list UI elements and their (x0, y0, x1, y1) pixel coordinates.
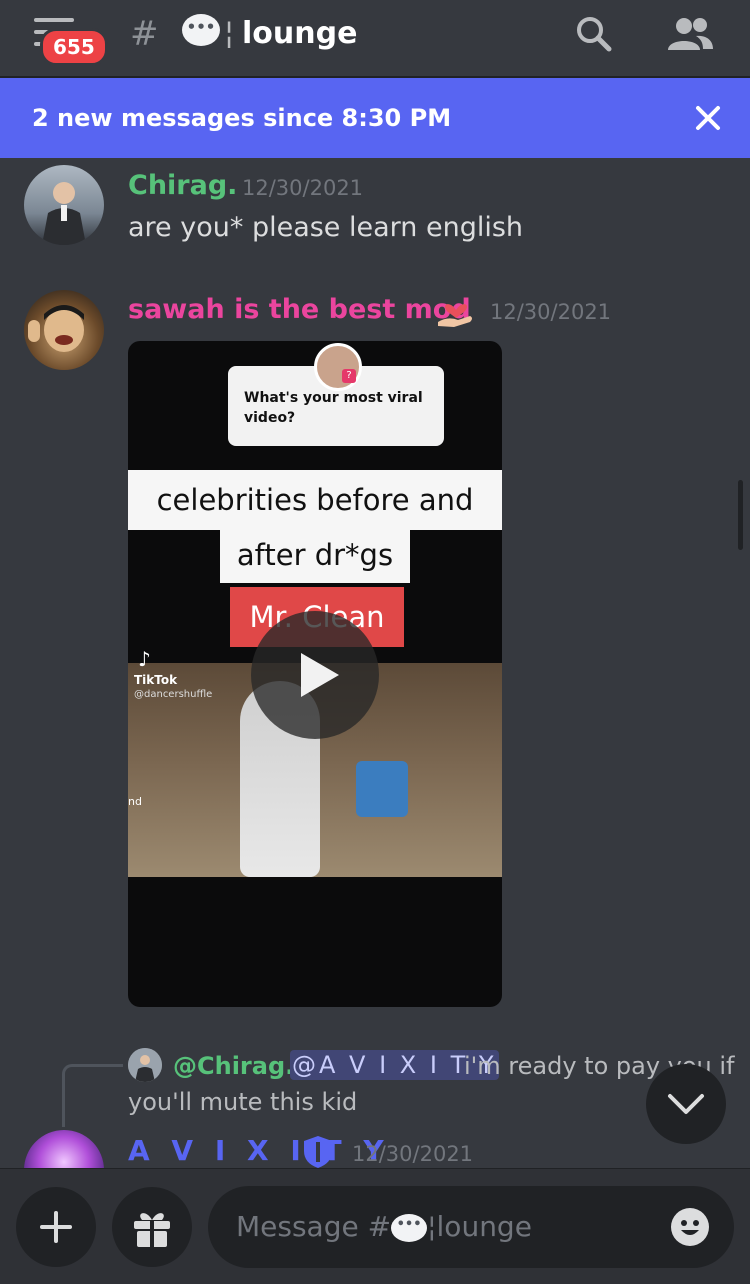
channel-header: 655 # ••• ¦ lounge (0, 0, 750, 78)
caption-line-2: after dr*gs (220, 527, 410, 583)
close-icon[interactable] (694, 104, 722, 136)
play-button[interactable] (251, 611, 379, 739)
reply-author[interactable]: @Chirag. (173, 1052, 294, 1080)
channel-separator: ¦ (224, 16, 235, 51)
add-attachment-button[interactable] (16, 1187, 96, 1267)
notification-badge: 655 (40, 28, 108, 66)
message-input[interactable]: Message # ••• ¦lounge (208, 1186, 734, 1268)
tiktok-watermark: TikTok (134, 673, 178, 687)
author-name[interactable]: sawah is the best mod (128, 294, 471, 325)
gift-icon (134, 1213, 170, 1247)
placeholder-prefix: Message # (236, 1210, 392, 1243)
video-attachment[interactable]: What's your most viral video? ? celebrit… (128, 341, 502, 1007)
shield-icon (300, 1134, 336, 1170)
reply-text-continued[interactable]: you'll mute this kid (128, 1088, 357, 1116)
reply-connector (62, 1064, 123, 1127)
timestamp: 12/30/2021 (352, 1142, 474, 1166)
placeholder-separator: ¦ (427, 1210, 437, 1243)
timestamp: 12/30/2021 (242, 176, 364, 200)
play-icon (301, 653, 339, 697)
message-composer: Message # ••• ¦lounge (0, 1168, 750, 1284)
new-messages-text: 2 new messages since 8:30 PM (32, 104, 452, 132)
timestamp: 12/30/2021 (490, 300, 612, 324)
chevron-down-icon (668, 1094, 704, 1114)
placeholder-channel: lounge (436, 1210, 532, 1243)
speech-balloon-icon: ••• (391, 1214, 428, 1242)
author-name[interactable]: A V I X I T Y (128, 1134, 390, 1167)
message-text: are you* please learn english (128, 212, 524, 243)
caption-line-1: celebrities before and (128, 470, 502, 530)
author-name[interactable]: Chirag. (128, 170, 237, 201)
gift-button[interactable] (112, 1187, 192, 1267)
scrollbar[interactable] (738, 480, 743, 550)
channel-hash-icon: # (130, 14, 159, 54)
question-avatar (314, 343, 362, 391)
tiktok-icon: ♪ (138, 647, 151, 671)
channel-name[interactable]: lounge (242, 16, 357, 51)
plus-icon (40, 1211, 72, 1243)
members-icon[interactable] (666, 16, 714, 52)
heart-hand-icon (436, 294, 476, 328)
new-messages-bar[interactable]: 2 new messages since 8:30 PM (0, 78, 750, 158)
input-placeholder: Message # ••• ¦lounge (236, 1210, 532, 1243)
reply-avatar[interactable] (128, 1048, 162, 1082)
bucket-figure (356, 761, 408, 817)
tiktok-handle: @dancershuffle (134, 689, 213, 700)
question-badge: ? (342, 369, 356, 383)
frame-text: nd (128, 795, 142, 808)
speech-balloon-icon: ••• (182, 14, 220, 46)
search-icon[interactable] (574, 14, 614, 54)
emoji-icon[interactable] (670, 1207, 710, 1247)
avatar[interactable] (24, 165, 104, 245)
scroll-to-bottom-button[interactable] (646, 1064, 726, 1144)
avatar[interactable] (24, 290, 104, 370)
